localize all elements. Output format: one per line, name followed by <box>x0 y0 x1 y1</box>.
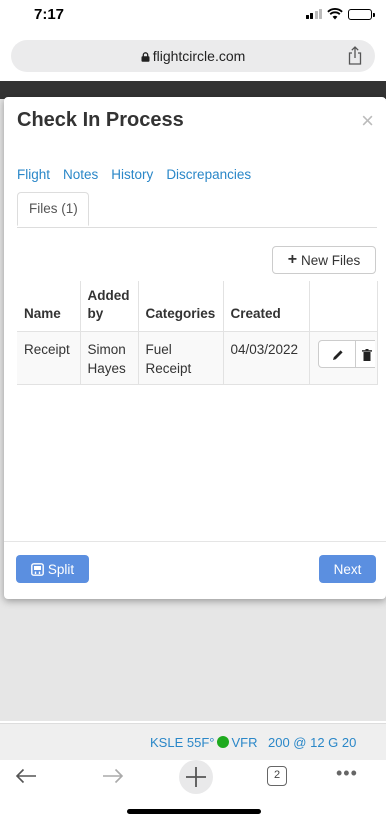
tab-flight[interactable]: Flight <box>17 167 50 182</box>
column-header-actions <box>308 281 378 332</box>
url-text: flightcircle.com <box>152 48 246 64</box>
wind-info[interactable]: 200 @ 12 G 20 <box>268 735 356 750</box>
signal-icon <box>305 9 322 19</box>
tabs-icon[interactable]: 2 <box>267 766 287 786</box>
home-indicator <box>127 809 261 814</box>
pencil-icon <box>332 350 343 360</box>
files-table: Name Added by Categories Created Receipt… <box>17 281 378 385</box>
column-header-created: Created <box>222 281 310 332</box>
modal-tabs: Flight Notes History Discrepancies Files… <box>17 167 377 226</box>
cell-actions <box>308 331 378 385</box>
column-header-name: Name <box>17 281 81 332</box>
battery-icon <box>348 8 375 20</box>
cell-added-by: Simon Hayes <box>79 331 139 385</box>
next-button[interactable]: Next <box>319 555 376 583</box>
status-time: 7:17 <box>34 6 65 23</box>
browser-toolbar: 2 ••• <box>0 760 386 822</box>
flight-rules: VFR <box>231 735 258 750</box>
new-files-label: New Files <box>301 252 361 268</box>
weather-conditions[interactable]: KSLE 55F° VFR <box>150 735 257 750</box>
share-icon[interactable] <box>347 46 363 65</box>
column-header-categories: Categories <box>137 281 224 332</box>
new-files-button[interactable]: + New Files <box>272 246 376 274</box>
split-button[interactable]: Split <box>16 555 89 583</box>
address-bar[interactable]: flightcircle.com <box>11 40 375 72</box>
wifi-icon <box>327 8 343 20</box>
table-row: Receipt Simon Hayes Fuel Receipt 04/03/2… <box>17 331 378 385</box>
cell-categories: Fuel Receipt <box>137 331 224 385</box>
trash-icon <box>361 349 372 361</box>
lock-icon <box>141 52 150 62</box>
modal-title: Check In Process <box>17 109 184 131</box>
back-icon[interactable] <box>15 768 37 784</box>
split-label: Split <box>47 561 75 577</box>
forward-icon[interactable] <box>102 768 124 784</box>
check-in-modal: Check In Process × Flight Notes History … <box>4 97 386 599</box>
table-header-row: Name Added by Categories Created <box>17 281 378 332</box>
cell-name: Receipt <box>17 331 81 385</box>
column-header-added-by: Added by <box>79 281 139 332</box>
tab-notes[interactable]: Notes <box>63 167 98 182</box>
tab-row-second: Files (1) <box>17 192 377 226</box>
new-tab-icon[interactable] <box>179 760 213 794</box>
weather-station: KSLE 55F° <box>150 735 215 750</box>
vfr-status-dot <box>217 736 230 748</box>
delete-button[interactable] <box>354 340 375 368</box>
modal-footer-divider <box>4 541 386 542</box>
tab-discrepancies[interactable]: Discrepancies <box>166 167 251 182</box>
edit-button[interactable] <box>317 340 356 368</box>
tab-row: Flight Notes History Discrepancies <box>17 167 377 182</box>
tab-files[interactable]: Files (1) <box>17 192 89 226</box>
status-bar: 7:17 <box>0 0 386 32</box>
weather-strip[interactable]: KSLE 55F° VFR 200 @ 12 G 20 <box>0 723 386 760</box>
more-icon[interactable]: ••• <box>336 764 358 782</box>
tab-history[interactable]: History <box>111 167 153 182</box>
status-icons <box>305 8 375 20</box>
close-icon[interactable]: × <box>361 110 374 132</box>
tab-divider <box>17 227 377 228</box>
cell-created: 04/03/2022 <box>222 331 310 385</box>
url-display: flightcircle.com <box>11 48 375 64</box>
plus-icon: + <box>287 251 298 268</box>
split-icon <box>30 562 44 576</box>
